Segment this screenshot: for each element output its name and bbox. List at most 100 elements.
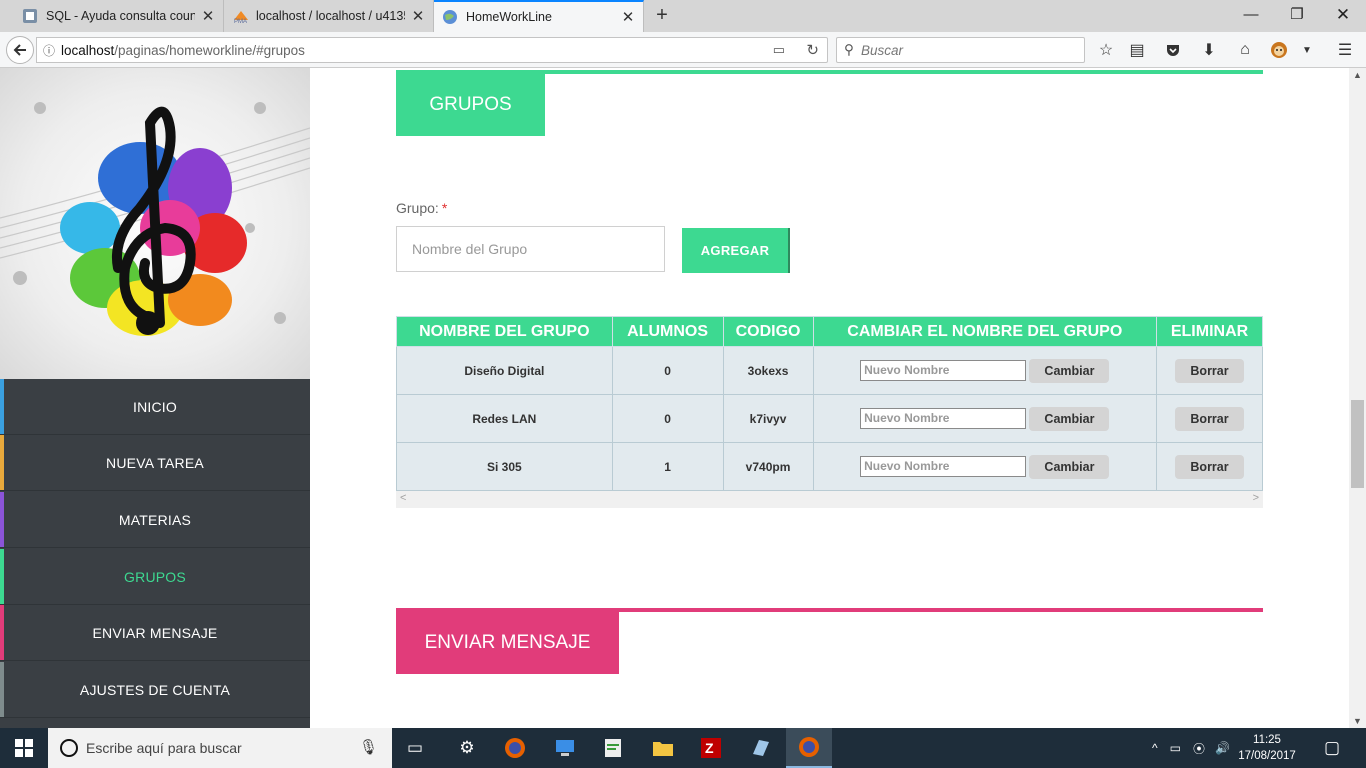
start-button[interactable] [0, 728, 48, 768]
addon-monkey-icon[interactable] [1266, 37, 1292, 63]
close-window-button[interactable]: ✕ [1320, 0, 1366, 30]
column-header-students: ALUMNOS [611, 316, 724, 347]
filezilla-icon[interactable]: Z [688, 728, 734, 768]
taskbar-clock[interactable]: 11:25 17/08/2017 [1236, 732, 1298, 764]
wifi-icon[interactable]: ⦿ [1193, 740, 1205, 757]
scroll-down-icon[interactable]: ▼ [1349, 716, 1366, 726]
column-header-code: CODIGO [722, 316, 814, 347]
firefox-active-icon[interactable] [786, 728, 832, 768]
minimize-button[interactable]: — [1228, 0, 1274, 30]
group-name-input[interactable]: Nombre del Grupo [396, 226, 665, 272]
scroll-right-icon[interactable]: > [1253, 492, 1259, 504]
browser-tab-phpmyadmin[interactable]: PMA localhost / localhost / u4135 ✕ [224, 0, 434, 32]
download-icon[interactable]: ⬇ [1196, 37, 1222, 63]
students-cell: 0 [611, 346, 724, 395]
new-name-placeholder: Nuevo Nombre [864, 459, 950, 473]
browser-tab-sql[interactable]: SQL - Ayuda consulta count ✕ [14, 0, 224, 32]
url-host: localhost [61, 42, 115, 58]
bookmark-star-icon[interactable]: ☆ [1093, 37, 1119, 63]
sidebar-item-label: GRUPOS [124, 568, 186, 585]
sidebar-item-enviar-mensaje[interactable]: ENVIAR MENSAJE [0, 605, 310, 661]
close-tab-icon[interactable]: ✕ [621, 8, 635, 26]
new-name-input[interactable]: Nuevo Nombre [860, 456, 1027, 477]
delete-cell: Borrar [1156, 442, 1263, 491]
url-bar[interactable]: ⓘ localhost/paginas/homeworkline/#grupos… [36, 37, 828, 63]
delete-cell: Borrar [1156, 346, 1263, 395]
close-tab-icon[interactable]: ✕ [411, 7, 425, 25]
chevron-up-icon[interactable]: ^ [1152, 741, 1158, 755]
remote-desktop-icon[interactable] [542, 728, 588, 768]
volume-icon[interactable]: 🔊 [1215, 741, 1230, 755]
app-icon[interactable] [738, 728, 784, 768]
globe-favicon-icon [442, 9, 458, 25]
group-name-label: Grupo: * [396, 200, 447, 216]
rename-cell: Nuevo Nombre Cambiar [812, 394, 1158, 443]
settings-gear-icon[interactable]: ⚙ [444, 728, 490, 768]
info-icon[interactable]: ⓘ [37, 42, 61, 59]
tab-label: localhost / localhost / u4135 [256, 9, 405, 23]
column-header-rename: CAMBIAR EL NOMBRE DEL GRUPO [812, 316, 1158, 347]
phpmyadmin-favicon-icon: PMA [232, 8, 248, 24]
sidebar-item-inicio[interactable]: INICIO [0, 379, 310, 435]
table-header-row: NOMBRE DEL GRUPO ALUMNOS CODIGO CAMBIAR … [396, 316, 1263, 347]
group-name-placeholder: Nombre del Grupo [412, 241, 528, 257]
home-icon[interactable]: ⌂ [1232, 37, 1258, 63]
group-name-cell: Redes LAN [396, 394, 613, 443]
sidebar-item-ajustes-de-cuenta[interactable]: AJUSTES DE CUENTA [0, 662, 310, 718]
browser-tab-homeworkline[interactable]: HomeWorkLine ✕ [434, 0, 644, 32]
sidebar-item-materias[interactable]: MATERIAS [0, 492, 310, 548]
notepad-icon[interactable] [590, 728, 636, 768]
search-bar[interactable]: ⚲ Buscar [836, 37, 1085, 63]
new-name-placeholder: Nuevo Nombre [864, 363, 950, 377]
navigation-bar: ⓘ localhost/paginas/homeworkline/#grupos… [0, 32, 1366, 68]
windows-logo-icon [15, 739, 33, 757]
close-tab-icon[interactable]: ✕ [201, 7, 215, 25]
table-row: Diseño Digital 0 3okexs Nuevo Nombre Cam… [396, 346, 1263, 395]
delete-button[interactable]: Borrar [1175, 454, 1244, 479]
microphone-icon[interactable]: 🎙 [359, 738, 378, 756]
sidebar-accent [0, 435, 4, 490]
hamburger-menu-icon[interactable]: ☰ [1332, 37, 1358, 63]
group-name-cell: Si 305 [396, 442, 613, 491]
search-icon: ⚲ [844, 42, 854, 57]
code-cell: v740pm [722, 442, 814, 491]
delete-button[interactable]: Borrar [1175, 406, 1244, 431]
firefox-icon[interactable] [492, 728, 538, 768]
sidebar-item-label: INICIO [133, 398, 177, 415]
library-icon[interactable]: ▤ [1124, 37, 1150, 63]
sql-favicon-icon [22, 8, 38, 24]
task-view-icon[interactable]: ▭ [392, 728, 438, 768]
scroll-up-icon[interactable]: ▲ [1349, 70, 1366, 80]
rename-cell: Nuevo Nombre Cambiar [812, 346, 1158, 395]
file-explorer-icon[interactable] [640, 728, 686, 768]
url-path: /paginas/homeworkline/#grupos [114, 42, 305, 58]
delete-button[interactable]: Borrar [1175, 358, 1244, 383]
pocket-icon[interactable] [1160, 37, 1186, 63]
new-tab-button[interactable]: + [650, 4, 674, 28]
reader-view-icon[interactable]: ▭ [773, 42, 785, 58]
back-button[interactable] [6, 36, 34, 64]
new-name-input[interactable]: Nuevo Nombre [860, 360, 1027, 381]
search-placeholder: Buscar [861, 42, 904, 58]
scrollbar-thumb[interactable] [1351, 400, 1364, 488]
notifications-icon[interactable]: ▢ [1310, 728, 1354, 768]
rename-button[interactable]: Cambiar [1029, 454, 1110, 479]
sidebar-item-grupos[interactable]: GRUPOS [0, 549, 310, 605]
add-group-button[interactable]: AGREGAR [682, 228, 790, 273]
clock-time: 11:25 [1253, 734, 1281, 746]
battery-icon[interactable]: ▭ [1170, 741, 1181, 755]
rename-cell: Nuevo Nombre Cambiar [812, 442, 1158, 491]
chevron-down-icon[interactable]: ▼ [1294, 37, 1320, 63]
sidebar-item-label: ENVIAR MENSAJE [92, 624, 218, 641]
rename-button[interactable]: Cambiar [1029, 406, 1110, 431]
scroll-left-icon[interactable]: < [400, 492, 406, 504]
table-row: Si 305 1 v740pm Nuevo Nombre Cambiar Bor… [396, 442, 1263, 491]
taskbar-search-box[interactable]: Escribe aquí para buscar 🎙 [48, 728, 392, 768]
restore-button[interactable]: ❐ [1274, 0, 1320, 30]
new-name-input[interactable]: Nuevo Nombre [860, 408, 1027, 429]
sidebar-item-nueva-tarea[interactable]: NUEVA TAREA [0, 435, 310, 491]
table-horizontal-scrollbar[interactable]: < > [396, 491, 1263, 508]
reload-icon[interactable]: ↻ [806, 41, 819, 59]
rename-button[interactable]: Cambiar [1029, 358, 1110, 383]
page-vertical-scrollbar[interactable]: ▲ ▼ [1349, 68, 1366, 728]
